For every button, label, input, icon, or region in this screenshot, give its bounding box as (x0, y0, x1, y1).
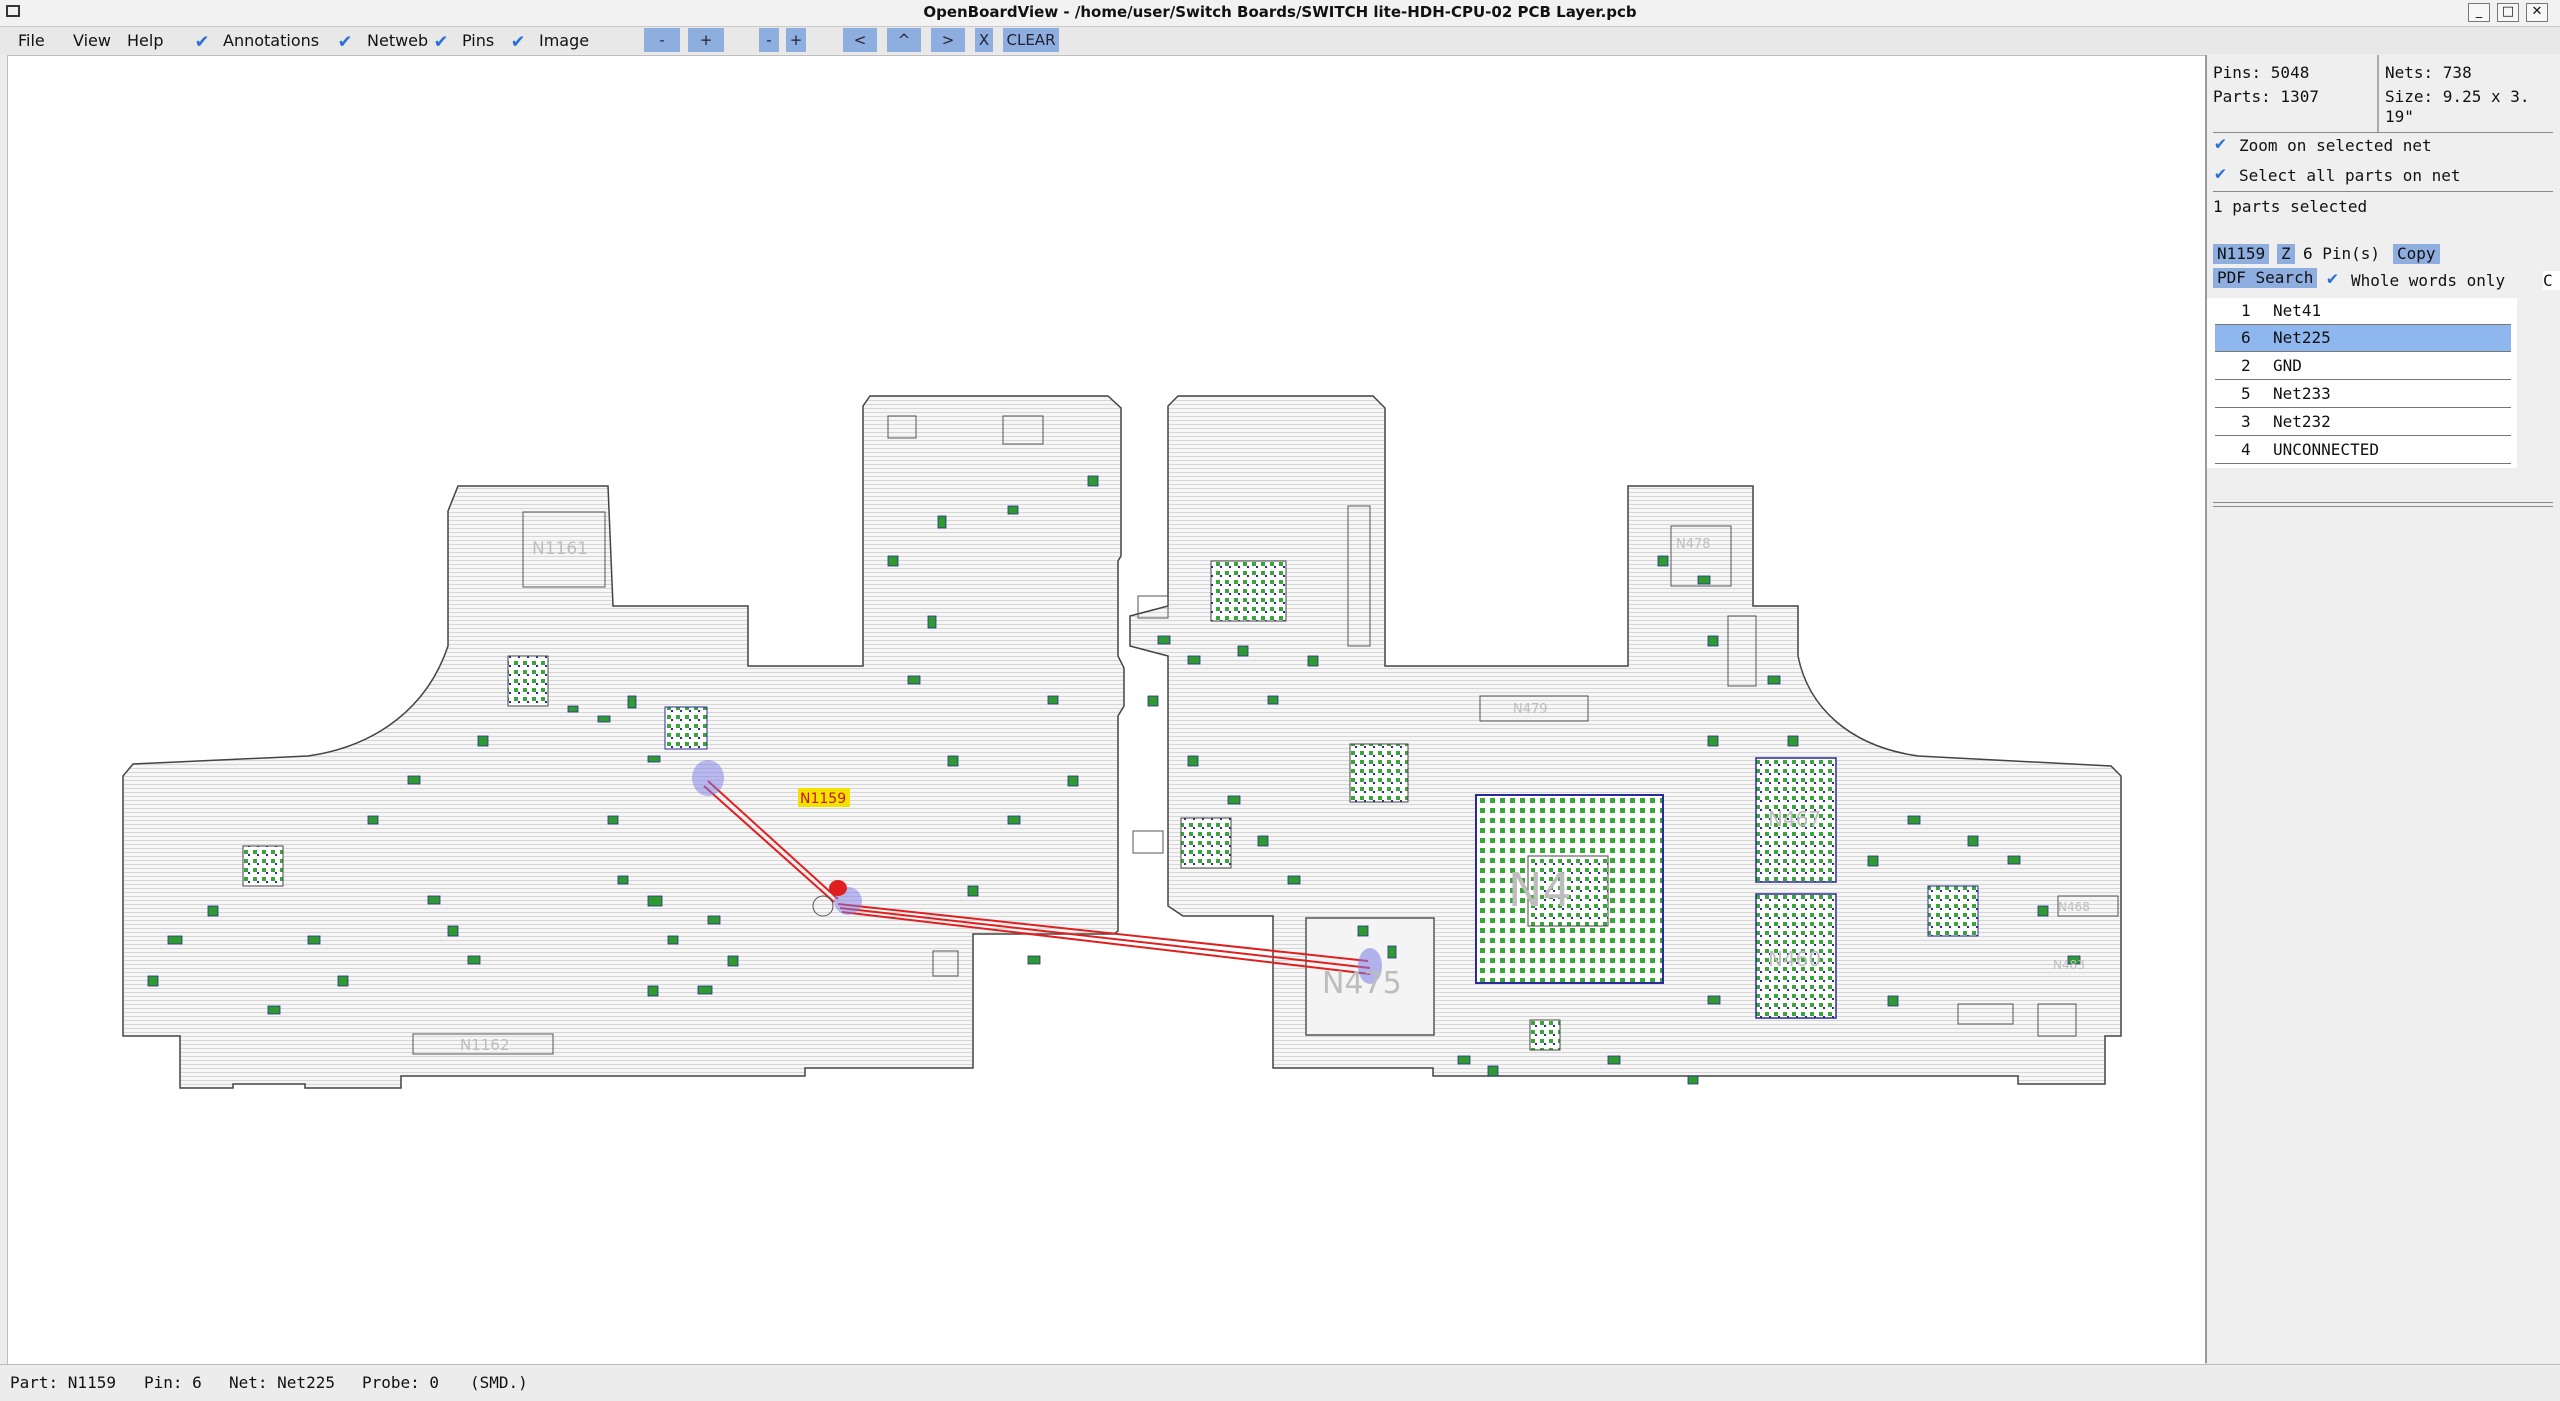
pcb-board-drawing: N1161 N1162 N475 N478 N467 N460 N479 N48… (122, 395, 2122, 1089)
label-n1161: N1161 (532, 539, 588, 559)
minimize-button[interactable]: _ (2468, 3, 2490, 22)
menu-file[interactable]: File (18, 31, 45, 50)
status-smd: (SMD.) (470, 1373, 528, 1392)
pin-number: 4 (2241, 440, 2251, 459)
zoom-net-checkbox[interactable]: ✔ (2215, 133, 2226, 154)
pins-total: Pins: 5048 (2213, 63, 2310, 82)
board-left-outline (122, 395, 1125, 1089)
status-bar: Part: N1159 Pin: 6 Net: Net225 Probe: 0 … (0, 1364, 2560, 1401)
annotations-label: Annotations (223, 31, 320, 50)
netweb-checkbox[interactable]: ✔ (339, 28, 361, 52)
separator (2213, 191, 2553, 192)
select-all-parts-checkbox[interactable]: ✔ (2215, 163, 2226, 184)
pin-row[interactable]: 4 UNCONNECTED (2215, 437, 2511, 464)
status-net: Net: Net225 (229, 1373, 335, 1392)
part-name-button[interactable]: N1159 (2213, 244, 2270, 264)
annotations-checkbox[interactable]: ✔ (196, 28, 218, 52)
pin-net: Net225 (2273, 328, 2331, 347)
status-probe: Probe: 0 (362, 1373, 440, 1392)
pin-row[interactable]: 3 Net232 (2215, 409, 2511, 436)
pin-net: Net232 (2273, 412, 2331, 431)
board-canvas[interactable]: N1161 N1162 N475 N478 N467 N460 N479 N48… (7, 55, 2206, 1365)
label-n478: N478 (1676, 537, 1711, 552)
parts-selected: 1 parts selected (2213, 197, 2368, 216)
info-panel: Pins: 5048 Nets: 738 Parts: 1307 Size: 9… (2205, 55, 2560, 1363)
label-n468: N468 (2058, 900, 2090, 914)
pin-net: Net41 (2273, 301, 2322, 320)
label-n483: N483 (2053, 958, 2085, 972)
z-button[interactable]: Z (2277, 244, 2295, 264)
select-all-parts-label: Select all parts on net (2239, 166, 2461, 185)
nets-total: Nets: 738 (2385, 63, 2472, 82)
label-n4-cpu: N4 (1508, 863, 1572, 917)
bga-right-small (1927, 885, 1979, 937)
menu-view[interactable]: View (73, 31, 111, 50)
pins-label: Pins (462, 31, 495, 50)
board-size: Size: 9.25 x 3. (2385, 87, 2530, 106)
zoom-net-label: Zoom on selected net (2239, 136, 2432, 155)
whole-words-checkbox[interactable]: ✔ (2327, 268, 2338, 289)
separator (2213, 506, 2553, 507)
menu-help[interactable]: Help (127, 31, 163, 50)
window-title: OpenBoardView - /home/user/Switch Boards… (923, 3, 1637, 21)
image-label: Image (539, 31, 590, 50)
label-n460: N460 (1768, 947, 1821, 971)
status-pin: Pin: 6 (144, 1373, 202, 1392)
pin-number: 3 (2241, 412, 2251, 431)
pin-number: 1 (2241, 301, 2251, 320)
info-divider (2377, 55, 2379, 133)
pin-row-selected[interactable]: 6 Net225 (2215, 325, 2511, 352)
cut-off-field[interactable]: C (2543, 271, 2560, 290)
separator (2213, 132, 2553, 133)
pan-up-button[interactable]: ^ (887, 28, 921, 52)
separator (2213, 502, 2553, 503)
pin-row[interactable]: 1 Net41 (2215, 298, 2511, 325)
copy-button[interactable]: Copy (2393, 244, 2440, 264)
netweb-label: Netweb (367, 31, 429, 50)
close-button[interactable]: ✕ (2526, 3, 2548, 22)
pan-right-button[interactable]: > (931, 28, 965, 52)
maximize-button[interactable]: □ (2497, 3, 2519, 22)
pin-count: 6 Pin(s) (2303, 244, 2381, 263)
pins-checkbox[interactable]: ✔ (435, 28, 457, 52)
image-checkbox[interactable]: ✔ (512, 28, 534, 52)
zoom-in-button[interactable]: + (688, 28, 724, 52)
clear-button[interactable]: CLEAR (1003, 28, 1059, 52)
pin-number: 2 (2241, 356, 2251, 375)
pin-net: GND (2273, 356, 2302, 375)
label-n1162: N1162 (460, 1036, 509, 1054)
selected-part-label: N1159 (800, 791, 846, 807)
label-n475: N475 (1322, 966, 1402, 1001)
pin-net: Net233 (2273, 384, 2331, 403)
board-size-2: 19" (2385, 107, 2414, 126)
status-part: Part: N1159 (10, 1373, 116, 1392)
pin-row[interactable]: 2 GND (2215, 353, 2511, 380)
pin-number: 6 (2241, 328, 2251, 347)
pin-row[interactable]: 5 Net233 (2215, 381, 2511, 408)
zoom-out-button[interactable]: - (644, 28, 680, 52)
parts-total: Parts: 1307 (2213, 87, 2319, 106)
title-bar: OpenBoardView - /home/user/Switch Boards… (0, 0, 2560, 27)
x-button[interactable]: X (975, 28, 993, 52)
zoom-out-small-button[interactable]: - (759, 28, 779, 52)
whole-words-label: Whole words only (2351, 271, 2506, 290)
pin-list: 1 Net41 6 Net225 2 GND 5 Net233 3 Net232… (2207, 298, 2517, 468)
zoom-in-small-button[interactable]: + (786, 28, 806, 52)
label-n467: N467 (1768, 807, 1821, 831)
pin-net: UNCONNECTED (2273, 440, 2379, 459)
pin-number: 5 (2241, 384, 2251, 403)
label-n479: N479 (1513, 702, 1548, 717)
pan-left-button[interactable]: < (843, 28, 877, 52)
pdf-search-button[interactable]: PDF Search (2213, 268, 2318, 288)
